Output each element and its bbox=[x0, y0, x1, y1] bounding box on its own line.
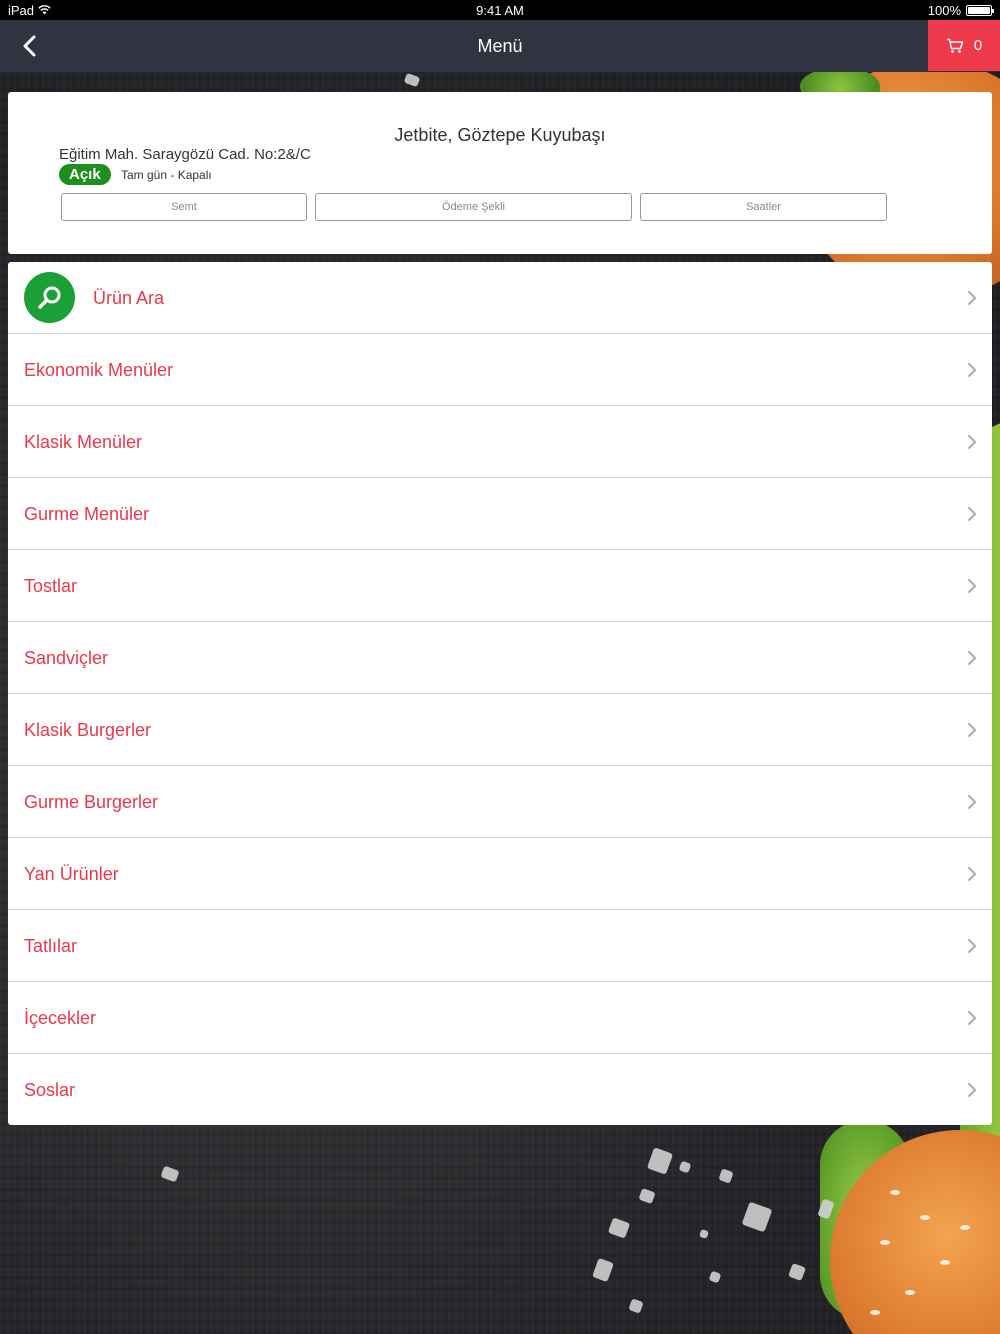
category-label: Ekonomik Menüler bbox=[24, 360, 174, 380]
category-item-tatlilar[interactable]: Tatlılar bbox=[8, 910, 992, 982]
category-item-klasik-burgerler[interactable]: Klasik Burgerler bbox=[8, 694, 992, 766]
chevron-right-icon bbox=[967, 506, 977, 522]
salt-crystal bbox=[698, 1228, 710, 1240]
sesame-seed bbox=[890, 1190, 900, 1195]
sesame-seed bbox=[960, 1225, 970, 1230]
sesame-seed bbox=[940, 1260, 950, 1265]
chevron-right-icon bbox=[967, 794, 977, 810]
cart-count: 0 bbox=[973, 37, 983, 54]
salt-crystal bbox=[403, 72, 421, 88]
chevron-right-icon bbox=[967, 650, 977, 666]
restaurant-name: Jetbite, Göztepe Kuyubaşı bbox=[394, 125, 606, 145]
search-icon bbox=[24, 272, 75, 323]
salt-crystal bbox=[788, 1263, 806, 1281]
category-item-soslar[interactable]: Soslar bbox=[8, 1054, 992, 1125]
category-label: Klasik Burgerler bbox=[24, 720, 152, 740]
sesame-seed bbox=[920, 1215, 930, 1220]
category-item-gurme-burgerler[interactable]: Gurme Burgerler bbox=[8, 766, 992, 838]
category-label: Tostlar bbox=[24, 576, 78, 596]
category-label: Yan Ürünler bbox=[24, 864, 119, 884]
chevron-right-icon bbox=[967, 434, 977, 450]
category-label: Klasik Menüler bbox=[24, 432, 143, 452]
sesame-seed bbox=[905, 1290, 915, 1295]
salt-crystal bbox=[628, 1298, 644, 1314]
salt-crystal bbox=[678, 1160, 692, 1174]
salt-crystal bbox=[638, 1187, 656, 1205]
open-status-badge: Açık bbox=[59, 164, 111, 185]
category-label: Gurme Burgerler bbox=[24, 792, 159, 812]
category-item-ekonomik-menuler[interactable]: Ekonomik Menüler bbox=[8, 334, 992, 406]
category-label: Gurme Menüler bbox=[24, 504, 150, 524]
category-item-yan-urunler[interactable]: Yan Ürünler bbox=[8, 838, 992, 910]
chevron-right-icon bbox=[967, 938, 977, 954]
chevron-right-icon bbox=[967, 290, 977, 306]
salt-crystal bbox=[718, 1168, 734, 1184]
hours-button[interactable]: Saatler bbox=[640, 193, 887, 221]
working-hours-text: Tam gün - Kapalı bbox=[121, 168, 212, 182]
chevron-right-icon bbox=[967, 722, 977, 738]
battery-icon bbox=[966, 5, 994, 16]
salt-crystal bbox=[741, 1201, 773, 1233]
chevron-right-icon bbox=[967, 1082, 977, 1098]
battery-percent: 100% bbox=[927, 3, 961, 18]
category-item-tostlar[interactable]: Tostlar bbox=[8, 550, 992, 622]
salt-crystal bbox=[646, 1147, 674, 1175]
category-label: Tatlılar bbox=[24, 936, 78, 956]
page-title: Menü bbox=[477, 36, 523, 56]
status-bar: iPad 9:41 AM 100% bbox=[0, 0, 1000, 20]
salt-crystal bbox=[592, 1257, 614, 1283]
salt-crystal bbox=[607, 1217, 631, 1239]
chevron-right-icon bbox=[967, 578, 977, 594]
salt-crystal bbox=[708, 1270, 722, 1284]
shopping-cart-icon bbox=[946, 38, 964, 53]
chevron-right-icon bbox=[967, 866, 977, 882]
restaurant-info-card: Jetbite, Göztepe Kuyubaşı Eğitim Mah. Sa… bbox=[8, 92, 992, 254]
payment-method-button[interactable]: Ödeme Şekli bbox=[315, 193, 632, 221]
status-time: 9:41 AM bbox=[476, 3, 524, 18]
chevron-right-icon bbox=[967, 362, 977, 378]
cart-button[interactable]: 0 bbox=[928, 20, 1000, 71]
menu-category-list: Ürün Ara Ekonomik Menüler Klasik Menüler… bbox=[8, 262, 992, 1125]
category-item-gurme-menuler[interactable]: Gurme Menüler bbox=[8, 478, 992, 550]
salt-crystal bbox=[160, 1165, 180, 1183]
category-label: İçecekler bbox=[24, 1008, 97, 1028]
chevron-right-icon bbox=[967, 1010, 977, 1026]
product-search-item[interactable]: Ürün Ara bbox=[8, 262, 992, 334]
sesame-seed bbox=[870, 1310, 880, 1315]
district-button[interactable]: Semt bbox=[61, 193, 307, 221]
restaurant-address: Eğitim Mah. Saraygözü Cad. No:2&/C bbox=[59, 146, 311, 163]
status-bar-right: 100% bbox=[927, 3, 994, 18]
category-item-sandvicler[interactable]: Sandviçler bbox=[8, 622, 992, 694]
search-label: Ürün Ara bbox=[93, 288, 165, 308]
category-item-icecekler[interactable]: İçecekler bbox=[8, 982, 992, 1054]
category-label: Sandviçler bbox=[24, 648, 109, 668]
category-label: Soslar bbox=[24, 1080, 76, 1100]
navigation-bar: Menü 0 bbox=[0, 20, 1000, 72]
category-item-klasik-menuler[interactable]: Klasik Menüler bbox=[8, 406, 992, 478]
sesame-seed bbox=[880, 1240, 890, 1245]
